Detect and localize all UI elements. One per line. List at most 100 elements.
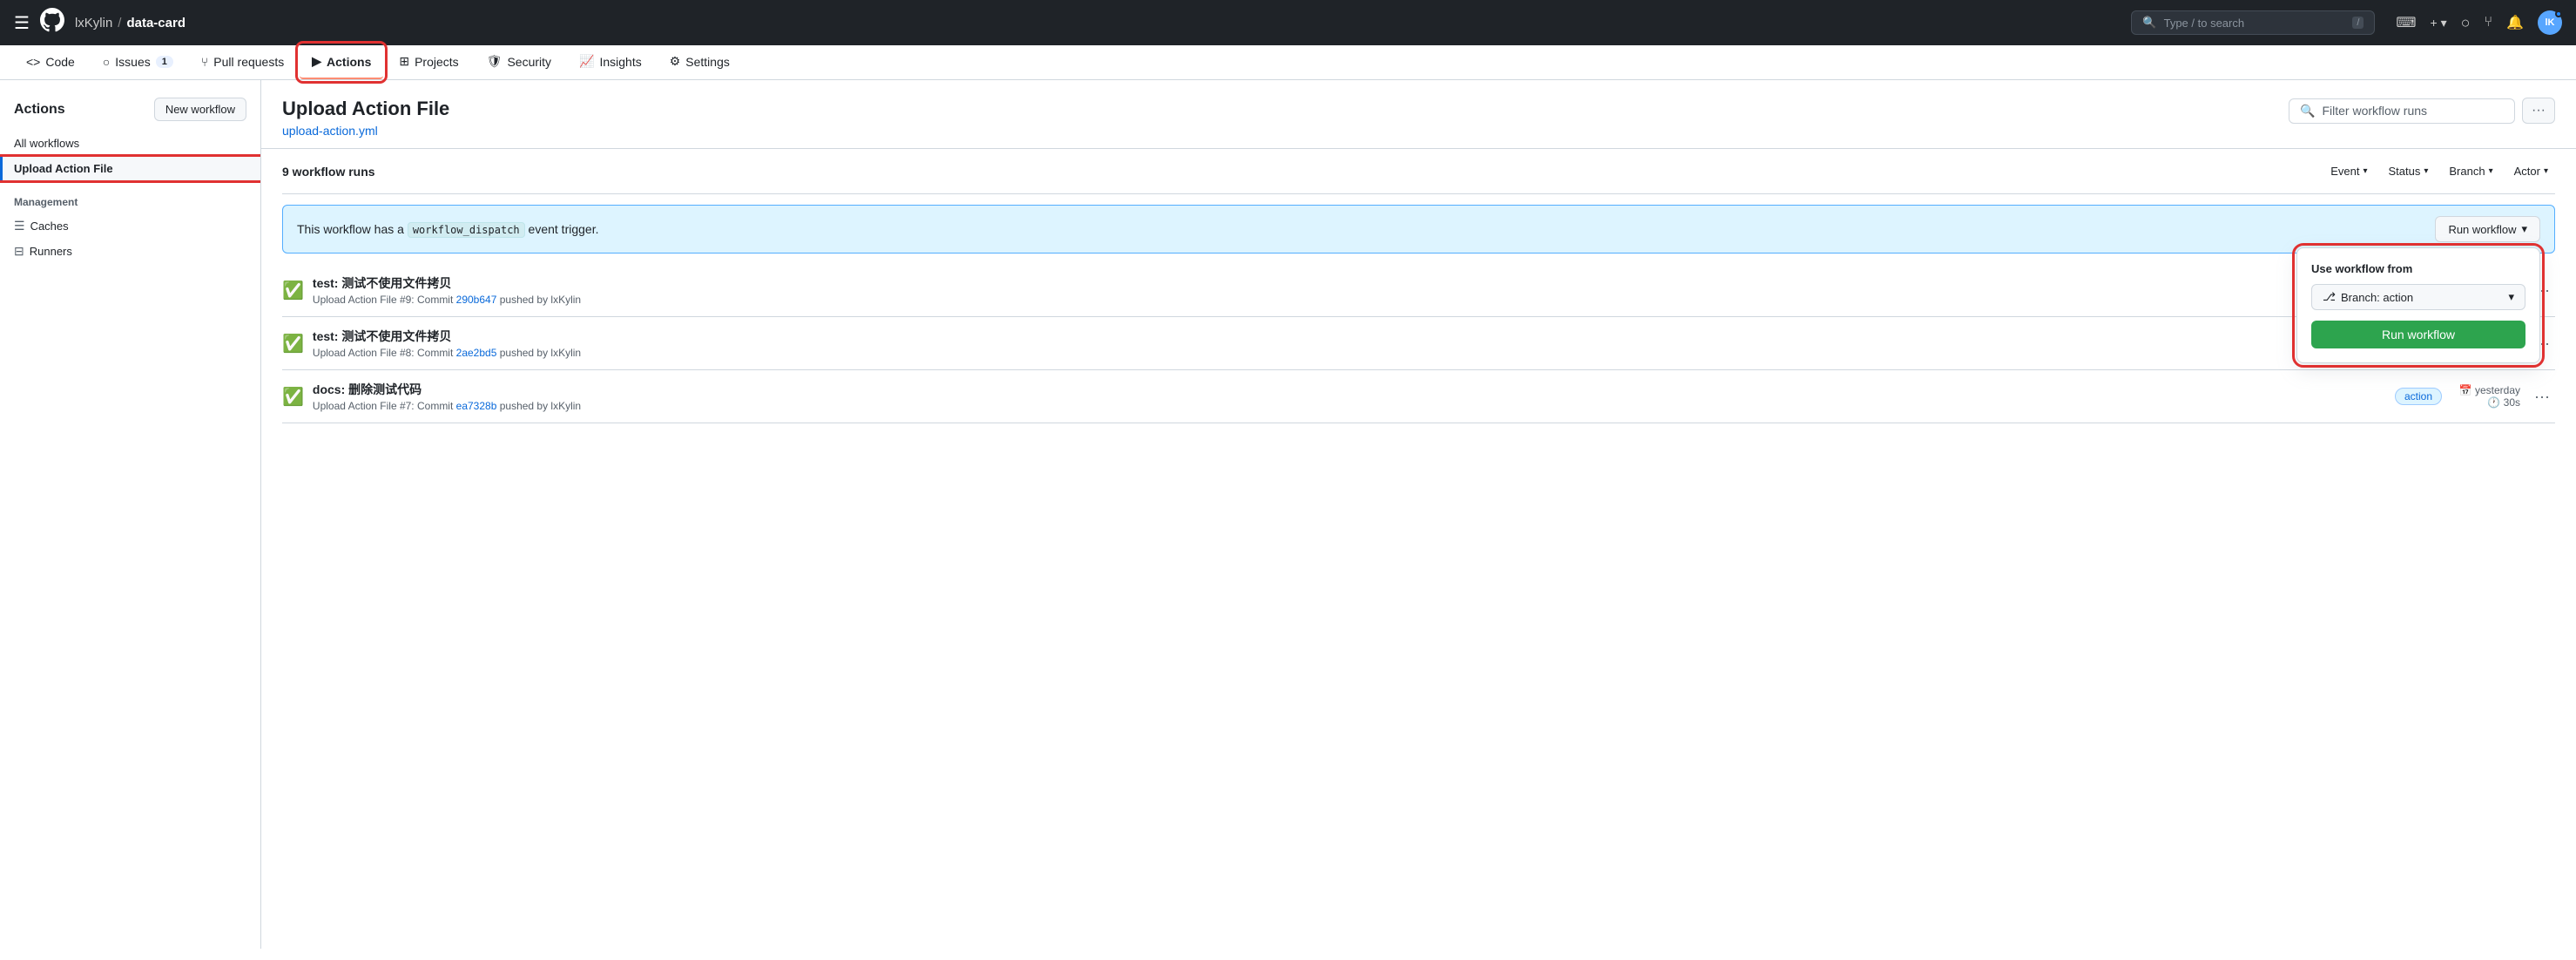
run-workflow-confirm-button[interactable]: Run workflow (2311, 321, 2525, 348)
runs-count: 9 workflow runs (282, 165, 375, 179)
sidebar-item-all-workflows[interactable]: All workflows (0, 132, 260, 155)
search-icon: 🔍 (2142, 16, 2156, 30)
repo-link[interactable]: data-card (126, 16, 185, 30)
code-icon: <> (26, 55, 40, 69)
popup-label: Use workflow from (2311, 262, 2525, 275)
page-title: Upload Action File (282, 98, 449, 120)
subnav-item-insights[interactable]: 📈 Insights (567, 45, 654, 79)
run-workflow-trigger-button[interactable]: Run workflow ▾ (2435, 216, 2540, 242)
run-title[interactable]: docs: 删除测试代码 (313, 381, 2386, 398)
breadcrumb: lxKylin / data-card (75, 16, 185, 30)
run-tag[interactable]: action (2395, 388, 2442, 405)
runners-icon: ⊟ (14, 244, 24, 259)
caches-label: Caches (30, 220, 69, 233)
owner-link[interactable]: lxKylin (75, 16, 112, 30)
sidebar-title: Actions (14, 102, 65, 118)
content-title-group: Upload Action File upload-action.yml (282, 98, 449, 138)
subnav-item-settings[interactable]: ⚙ Settings (657, 45, 742, 79)
search-bar[interactable]: 🔍 Type / to search / (2131, 10, 2375, 35)
upload-action-file-label: Upload Action File (14, 162, 113, 175)
sidebar-item-caches[interactable]: ☰ Caches (0, 213, 260, 239)
plus-menu[interactable]: + ▾ (2431, 16, 2447, 30)
subnav-label-issues: Issues (115, 55, 150, 69)
more-options-button[interactable]: ··· (2522, 98, 2555, 124)
github-logo[interactable] (40, 8, 64, 38)
run-info: test: 测试不使用文件拷贝 Upload Action File #8: C… (313, 328, 2386, 359)
breadcrumb-separator: / (118, 16, 121, 30)
sidebar-item-upload-action-file[interactable]: Upload Action File (0, 157, 260, 180)
trigger-code: workflow_dispatch (408, 222, 525, 238)
sidebar-header: Actions New workflow (0, 94, 260, 132)
projects-icon: ⊞ (399, 54, 409, 69)
branch-filter-button[interactable]: Branch ▾ (2442, 161, 2499, 181)
filter-search-placeholder: Filter workflow runs (2322, 104, 2427, 118)
workflow-file-link[interactable]: upload-action.yml (282, 124, 378, 138)
run-meta: Upload Action File #9: Commit 290b647 pu… (313, 294, 2465, 306)
run-meta-suffix: pushed by lxKylin (500, 347, 581, 359)
subnav-label-projects: Projects (415, 55, 459, 69)
trigger-text-after: event trigger. (529, 222, 599, 236)
trigger-notice: This workflow has a workflow_dispatch ev… (282, 205, 2555, 254)
actor-filter-chevron: ▾ (2544, 166, 2548, 176)
caches-icon: ☰ (14, 219, 25, 233)
status-filter-label: Status (2389, 165, 2421, 178)
settings-icon: ⚙ (670, 54, 681, 69)
run-date-value: yesterday (2475, 384, 2520, 396)
subnav-item-projects[interactable]: ⊞ Projects (387, 45, 470, 79)
trigger-text-before: This workflow has a (297, 222, 404, 236)
all-workflows-label: All workflows (14, 137, 79, 150)
run-workflow-popup: Use workflow from ⎇ Branch: action ▾ Run… (2296, 247, 2540, 363)
event-filter-chevron: ▾ (2363, 166, 2367, 176)
run-item: ✅ test: 测试不使用文件拷贝 Upload Action File #9:… (282, 264, 2555, 317)
run-meta-text: Upload Action File #9: Commit (313, 294, 453, 306)
run-status-success-icon: ✅ (282, 386, 304, 408)
filter-search-icon: 🔍 (2300, 104, 2315, 118)
branch-filter-chevron: ▾ (2489, 166, 2493, 176)
run-title[interactable]: test: 测试不使用文件拷贝 (313, 328, 2386, 345)
subnav-item-pull-requests[interactable]: ⑂ Pull requests (189, 46, 296, 79)
top-navigation: ☰ lxKylin / data-card 🔍 Type / to search… (0, 0, 2576, 45)
runners-label: Runners (30, 245, 72, 258)
run-commit-link[interactable]: 290b647 (456, 294, 497, 306)
trigger-text: This workflow has a workflow_dispatch ev… (297, 222, 598, 236)
run-workflow-trigger-label: Run workflow (2448, 223, 2516, 236)
run-title[interactable]: test: 测试不使用文件拷贝 (313, 274, 2465, 292)
avatar[interactable]: lK (2538, 10, 2562, 35)
subnav-item-security[interactable]: 🛡 Security (475, 45, 563, 79)
run-commit-link[interactable]: 2ae2bd5 (456, 347, 497, 359)
subnav-label-security: Security (507, 55, 551, 69)
subnav-item-code[interactable]: <> Code (14, 46, 87, 79)
filter-search-bar[interactable]: 🔍 Filter workflow runs (2289, 98, 2515, 124)
sidebar-item-runners[interactable]: ⊟ Runners (0, 239, 260, 264)
subnav-label-actions: Actions (327, 55, 371, 69)
sub-navigation: <> Code ○ Issues 1 ⑂ Pull requests ▶ Act… (0, 45, 2576, 80)
header-right: 🔍 Filter workflow runs ··· (2289, 98, 2555, 124)
run-commit-link[interactable]: ea7328b (456, 400, 497, 412)
issues-icon: ○ (103, 55, 110, 69)
terminal-icon[interactable]: ⌨ (2396, 14, 2416, 31)
actions-icon: ▶ (312, 54, 321, 69)
new-workflow-button[interactable]: New workflow (154, 98, 246, 121)
run-more-button[interactable]: ··· (2529, 386, 2555, 408)
hamburger-icon[interactable]: ☰ (14, 12, 30, 34)
circle-status-icon[interactable]: ○ (2461, 14, 2471, 32)
avatar-status-dot (2555, 10, 2562, 17)
subnav-item-issues[interactable]: ○ Issues 1 (91, 46, 185, 79)
run-status-success-icon: ✅ (282, 280, 304, 301)
calendar-icon: 📅 (2459, 384, 2472, 396)
subnav-item-actions[interactable]: ▶ Actions (300, 45, 383, 79)
status-filter-button[interactable]: Status ▾ (2382, 161, 2436, 181)
fork-icon[interactable]: ⑂ (2484, 15, 2492, 30)
runs-container: 9 workflow runs Event ▾ Status ▾ Branch … (261, 149, 2576, 423)
run-item: ✅ test: 测试不使用文件拷贝 Upload Action File #8:… (282, 317, 2555, 370)
status-filter-chevron: ▾ (2424, 166, 2428, 176)
branch-selector[interactable]: ⎇ Branch: action ▾ (2311, 284, 2525, 310)
run-duration: 🕐 30s (2451, 396, 2520, 409)
bell-icon[interactable]: 🔔 (2506, 14, 2524, 31)
run-meta: Upload Action File #7: Commit ea7328b pu… (313, 400, 2386, 412)
actor-filter-button[interactable]: Actor ▾ (2507, 161, 2555, 181)
runs-filters: Event ▾ Status ▾ Branch ▾ Actor ▾ (2323, 161, 2555, 181)
run-workflow-trigger-chevron: ▾ (2521, 222, 2527, 236)
sidebar-management-section: Management (0, 182, 260, 213)
event-filter-button[interactable]: Event ▾ (2323, 161, 2374, 181)
